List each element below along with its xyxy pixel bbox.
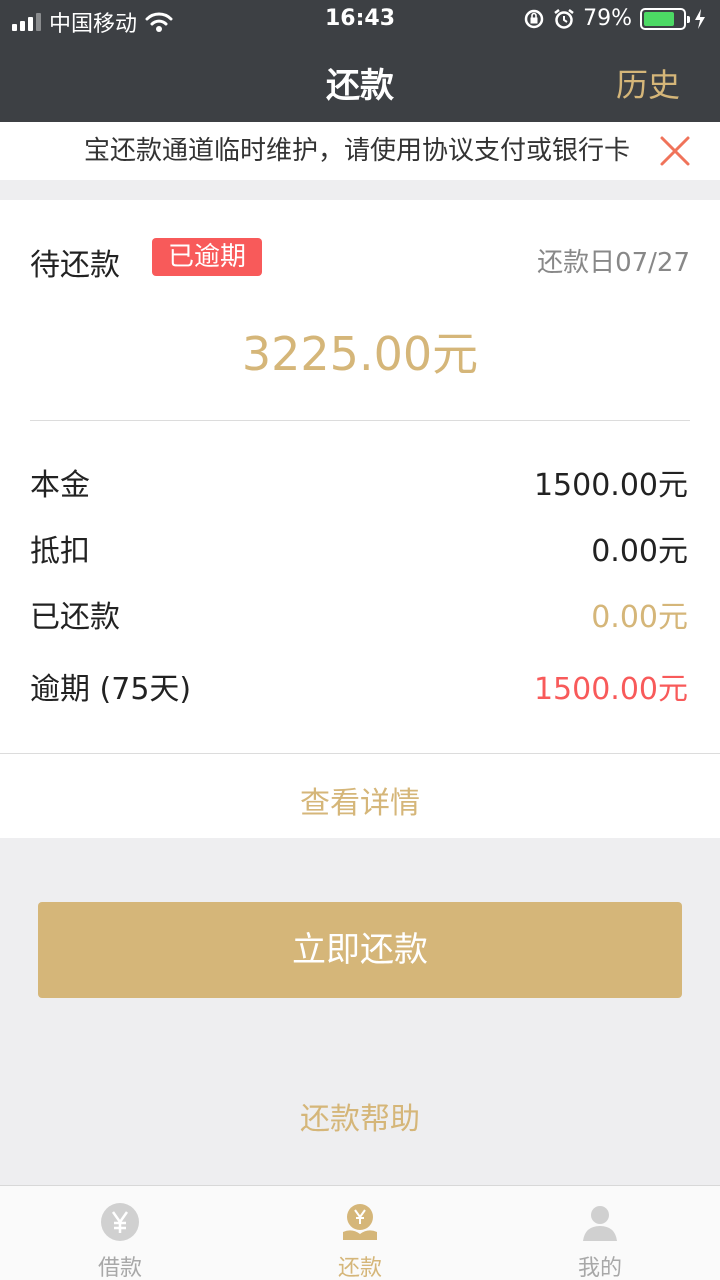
rotation-lock-icon (524, 9, 544, 28)
repay-help-link[interactable]: 还款帮助 (0, 1094, 720, 1138)
history-button[interactable]: 历史 (616, 60, 680, 106)
row-label: 逾期 (75天) (30, 672, 192, 707)
due-date: 还款日07/27 (537, 248, 690, 278)
tab-label: 我的 (577, 1256, 622, 1280)
view-details-link[interactable]: 查看详情 (0, 778, 720, 822)
tab-borrow[interactable]: 借款 (0, 1186, 240, 1280)
row-value: 0.00元 (591, 534, 688, 569)
close-icon[interactable] (658, 134, 692, 168)
pending-label: 待还款 (30, 248, 120, 283)
tab-label: 还款 (337, 1256, 382, 1280)
tab-label: 借款 (97, 1256, 142, 1280)
row-deduction: 抵扣 0.00元 (30, 526, 690, 569)
row-principal: 本金 1500.00元 (30, 460, 690, 503)
row-overdue: 逾期 (75天) 1500.00元 (30, 664, 690, 707)
tab-bar: 借款 还款 我的 (0, 1185, 720, 1280)
tab-mine[interactable]: 我的 (480, 1186, 720, 1280)
battery-percent: 79% (583, 6, 632, 31)
yen-coin-icon (101, 1203, 139, 1241)
charging-icon (695, 8, 705, 29)
battery-icon (640, 7, 690, 30)
battery-fill (644, 11, 675, 26)
divider (30, 420, 690, 421)
row-label: 本金 (30, 468, 90, 503)
tab-repay[interactable]: 还款 (240, 1186, 480, 1280)
top-bar: 中国移动 16:43 79% 还款 历史 (0, 0, 720, 122)
repay-coin-icon (343, 1204, 377, 1240)
alarm-icon (554, 8, 574, 29)
row-value: 0.00元 (591, 600, 688, 635)
divider (0, 753, 720, 754)
total-amount: 3225.00元 (241, 327, 479, 381)
overdue-badge: 已逾期 (152, 238, 263, 276)
repay-now-button[interactable]: 立即还款 (38, 902, 682, 998)
row-value: 1500.00元 (533, 672, 688, 707)
row-label: 抵扣 (30, 534, 90, 569)
notice-banner: 宝还款通道临时维护，请使用协议支付或银行卡 (0, 122, 720, 180)
row-label: 已还款 (30, 600, 120, 635)
page-title: 还款 (326, 66, 394, 106)
notice-text: 宝还款通道临时维护，请使用协议支付或银行卡 (84, 136, 631, 166)
row-value: 1500.00元 (533, 468, 688, 503)
status-right: 79% (523, 6, 706, 31)
repayment-card: 待还款 已逾期 还款日07/27 3225.00元 本金 1500.00元 抵扣… (0, 200, 720, 838)
row-repaid: 已还款 0.00元 (30, 592, 690, 635)
status-bar: 中国移动 16:43 79% (0, 0, 720, 40)
user-icon (583, 1206, 617, 1241)
